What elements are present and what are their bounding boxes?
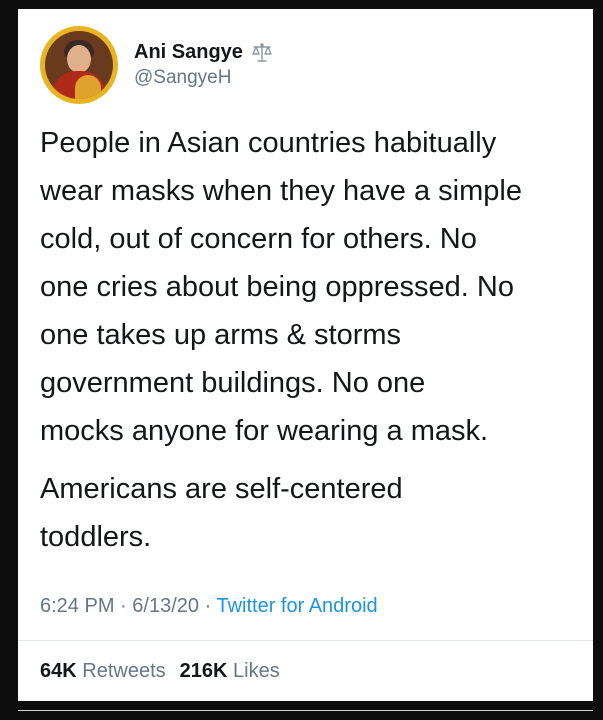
tweet-meta: 6:24 PM · 6/13/20 · Twitter for Android: [40, 595, 378, 618]
tweet-text: People in Asian countries habitually wea…: [40, 119, 585, 561]
tweet-paragraph-1: People in Asian countries habitually wea…: [40, 127, 522, 447]
meta-separator: ·: [120, 595, 127, 617]
tweet-paragraph-2: Americans are self-centered toddlers.: [40, 473, 403, 553]
avatar-face: [67, 45, 91, 73]
bottom-divider: [18, 710, 593, 711]
handle[interactable]: @SangyeH: [134, 67, 273, 89]
avatar-robe-accent: [75, 75, 101, 99]
tweet-time[interactable]: 6:24 PM: [40, 595, 114, 617]
scales-icon: [251, 42, 273, 64]
display-name[interactable]: Ani Sangye: [134, 41, 243, 64]
meta-separator: ·: [204, 595, 212, 617]
tweet-header: Ani Sangye @SangyeH: [40, 25, 273, 105]
retweets-label: Retweets: [82, 660, 166, 682]
retweets-stat[interactable]: 64K Retweets: [40, 660, 166, 682]
author-names: Ani Sangye @SangyeH: [134, 41, 273, 89]
avatar[interactable]: [40, 26, 118, 104]
tweet-date[interactable]: 6/13/20: [132, 595, 199, 617]
divider: [18, 640, 593, 641]
screenshot-frame: Ani Sangye @SangyeH People in Asian coun…: [0, 0, 603, 720]
tweet-stats: 64K Retweets 216K Likes: [40, 660, 280, 683]
tweet-card: Ani Sangye @SangyeH People in Asian coun…: [18, 9, 593, 711]
likes-label: Likes: [233, 660, 280, 682]
likes-stat[interactable]: 216K Likes: [180, 660, 280, 682]
tweet-source-link[interactable]: Twitter for Android: [216, 595, 377, 617]
retweets-count: 64K: [40, 660, 77, 682]
name-row: Ani Sangye: [134, 41, 273, 64]
avatar-photo: [45, 31, 113, 99]
likes-count: 216K: [179, 660, 228, 682]
